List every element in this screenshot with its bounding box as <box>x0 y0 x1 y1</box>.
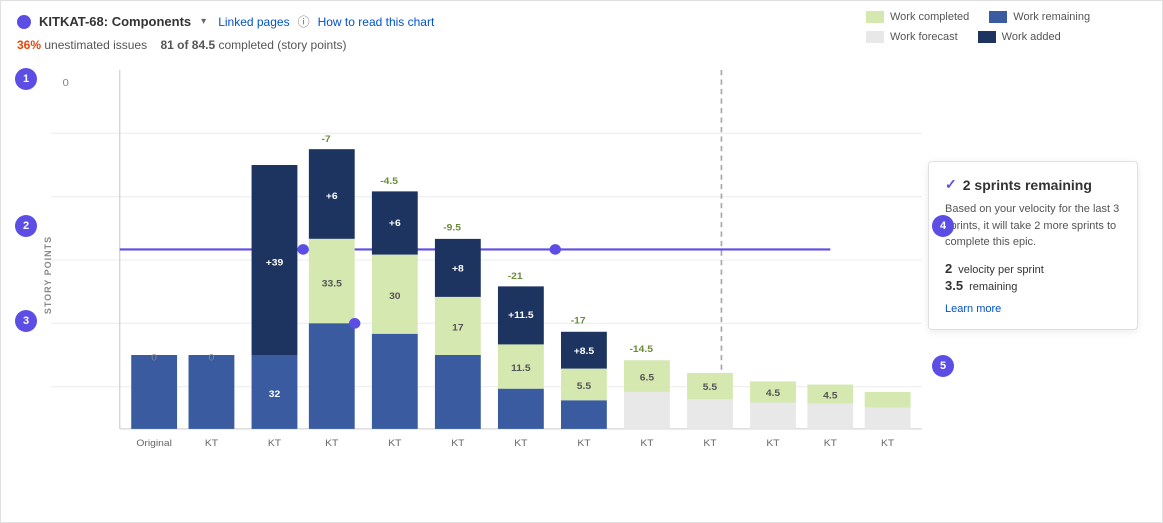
svg-text:11.5: 11.5 <box>511 363 531 374</box>
svg-text:17: 17 <box>452 323 464 334</box>
legend-added: Work added <box>978 31 1061 43</box>
burndown-chart: 0 0 Original estimate at start of epic 0… <box>51 70 922 450</box>
info-box-title: ✓ 2 sprints remaining <box>945 176 1121 193</box>
svg-text:Sprint 9: Sprint 9 <box>692 449 728 450</box>
svg-text:+8: +8 <box>452 264 464 275</box>
svg-text:4.5: 4.5 <box>823 391 838 402</box>
added-label: Work added <box>1002 31 1061 43</box>
svg-text:KT: KT <box>388 438 401 449</box>
annotation-1: 1 <box>15 68 37 90</box>
sprint-icon <box>17 15 31 29</box>
added-swatch <box>978 31 996 43</box>
unestimated-label: unestimated issues <box>44 38 147 52</box>
svg-text:-9.5: -9.5 <box>443 223 461 234</box>
completed-points-label: completed (story points) <box>219 38 347 52</box>
svg-text:+39: +39 <box>266 258 284 269</box>
svg-text:-17: -17 <box>571 316 586 327</box>
velocity-label: velocity per sprint <box>958 264 1044 276</box>
svg-text:32: 32 <box>269 390 281 401</box>
svg-text:KT: KT <box>640 438 653 449</box>
forecast-label: Work forecast <box>890 31 958 43</box>
completed-swatch <box>866 11 884 23</box>
learn-more-link[interactable]: Learn more <box>945 303 1001 315</box>
svg-text:33.5: 33.5 <box>322 279 343 290</box>
remaining-value: 3.5 <box>945 278 963 293</box>
completed-label: Work completed <box>890 11 969 23</box>
svg-text:KT: KT <box>766 438 779 449</box>
svg-text:KT: KT <box>881 438 894 449</box>
svg-text:Sprint 5: Sprint 5 <box>440 449 476 450</box>
dropdown-icon[interactable]: ▾ <box>201 16 206 27</box>
svg-text:-14.5: -14.5 <box>629 344 653 355</box>
svg-text:Sprint 3: Sprint 3 <box>314 449 350 450</box>
annotation-3: 3 <box>15 310 37 332</box>
info-stats: 2 velocity per sprint 3.5 remaining <box>945 261 1121 293</box>
svg-text:30: 30 <box>389 291 401 302</box>
svg-text:KT: KT <box>824 438 837 449</box>
svg-text:KT: KT <box>205 438 218 449</box>
svg-text:Sprint 2: Sprint 2 <box>257 449 293 450</box>
svg-text:Sprint 10: Sprint 10 <box>752 449 794 450</box>
how-to-link[interactable]: How to read this chart <box>318 15 435 29</box>
completed-points: 81 of 84.5 <box>160 38 215 52</box>
velocity-value: 2 <box>945 261 952 276</box>
velocity-stat: 2 velocity per sprint <box>945 261 1121 276</box>
svg-text:Sprint 6: Sprint 6 <box>503 449 539 450</box>
remaining-stat: 3.5 remaining <box>945 278 1121 293</box>
annotation-2: 2 <box>15 215 37 237</box>
svg-text:estimate: estimate <box>135 449 174 450</box>
title-row: KITKAT-68: Components ▾ Linked pages ⓘ H… <box>17 13 434 30</box>
svg-text:-7: -7 <box>321 134 331 145</box>
svg-text:0: 0 <box>209 353 215 364</box>
remaining-label: Work remaining <box>1013 11 1090 23</box>
page-container: KITKAT-68: Components ▾ Linked pages ⓘ H… <box>0 0 1163 523</box>
svg-text:-21: -21 <box>508 271 523 282</box>
svg-text:Sprint 7: Sprint 7 <box>566 449 602 450</box>
svg-text:+6: +6 <box>326 191 338 202</box>
info-box-description: Based on your velocity for the last 3 sp… <box>945 201 1121 251</box>
percent-unestimated: 36% <box>17 38 41 52</box>
remaining-swatch <box>989 11 1007 23</box>
svg-text:+6: +6 <box>389 219 401 230</box>
svg-text:0: 0 <box>62 77 68 88</box>
annotation-5: 5 <box>932 355 954 377</box>
check-icon: ✓ <box>945 176 957 193</box>
svg-text:+11.5: +11.5 <box>508 310 534 321</box>
legend-forecast: Work forecast <box>866 31 958 43</box>
svg-text:Sprint 4: Sprint 4 <box>377 449 413 450</box>
svg-text:KT: KT <box>451 438 464 449</box>
legend: Work completed Work remaining Work forec… <box>866 11 1146 43</box>
svg-text:KT: KT <box>268 438 281 449</box>
svg-text:Sprint 12: Sprint 12 <box>867 449 909 450</box>
help-icon[interactable]: ⓘ <box>298 13 310 30</box>
svg-text:+8.5: +8.5 <box>574 346 595 357</box>
remaining-stat-label: remaining <box>969 281 1017 293</box>
svg-text:Sprint 8: Sprint 8 <box>629 449 665 450</box>
svg-text:6.5: 6.5 <box>640 373 655 384</box>
svg-text:4.5: 4.5 <box>766 389 781 400</box>
annotation-4: 4 <box>932 215 954 237</box>
svg-text:KT: KT <box>514 438 527 449</box>
svg-text:0: 0 <box>151 353 157 364</box>
svg-text:5.5: 5.5 <box>703 382 718 393</box>
svg-text:KT: KT <box>703 438 716 449</box>
info-box: ✓ 2 sprints remaining Based on your velo… <box>928 161 1138 330</box>
svg-text:Sprint 11: Sprint 11 <box>810 449 851 450</box>
svg-text:KT: KT <box>577 438 590 449</box>
svg-text:Original: Original <box>136 438 172 449</box>
svg-text:Sprint 1: Sprint 1 <box>194 449 230 450</box>
linked-pages-link[interactable]: Linked pages <box>218 15 289 29</box>
svg-text:-4.5: -4.5 <box>380 176 398 187</box>
header: KITKAT-68: Components ▾ Linked pages ⓘ H… <box>1 1 1162 36</box>
legend-completed: Work completed <box>866 11 969 23</box>
forecast-swatch <box>866 31 884 43</box>
svg-text:5.5: 5.5 <box>577 381 592 392</box>
project-title: KITKAT-68: Components <box>39 14 191 29</box>
svg-text:KT: KT <box>325 438 338 449</box>
legend-remaining: Work remaining <box>989 11 1090 23</box>
